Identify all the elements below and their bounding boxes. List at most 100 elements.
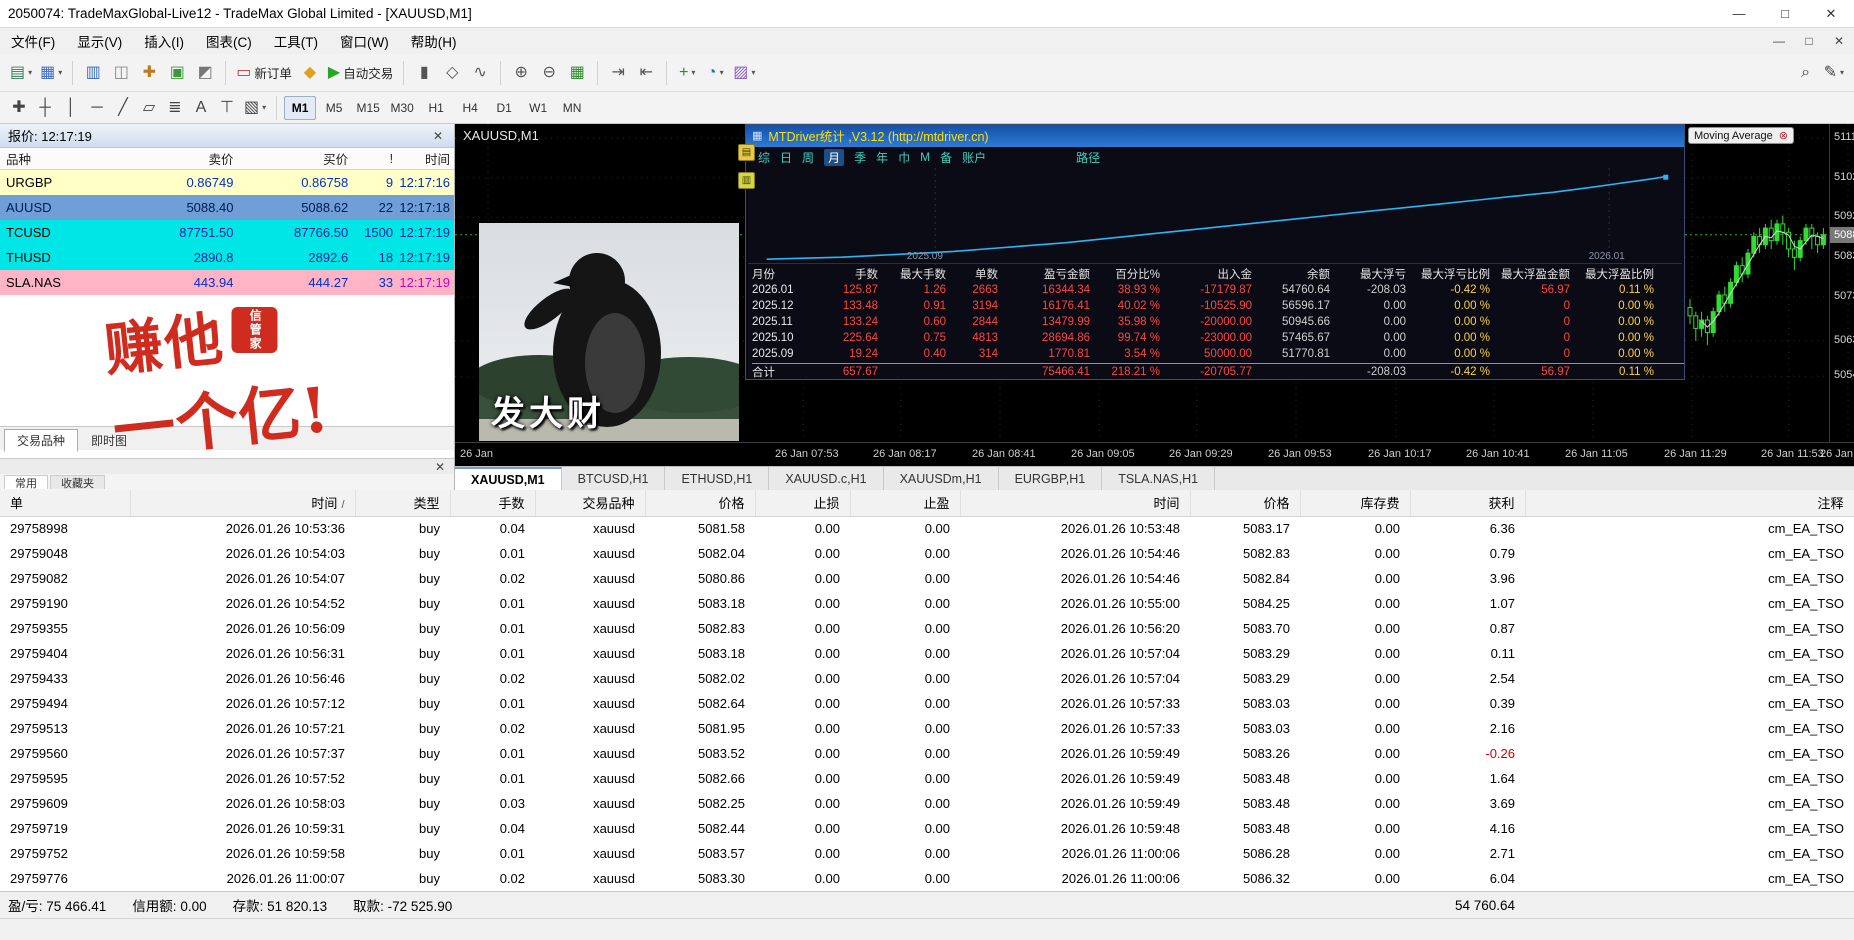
market-watch-button[interactable]: ▥ [79, 59, 107, 87]
mw-column-header[interactable]: 买价 [239, 148, 354, 169]
strategy-tester-button[interactable]: ◩ [191, 59, 219, 87]
orders-column-header[interactable]: 类型 [355, 490, 450, 516]
mw-column-header[interactable]: ! [354, 148, 399, 169]
maximize-button[interactable]: □ [1762, 0, 1808, 28]
orders-column-header[interactable]: 注释 [1525, 490, 1854, 516]
child-minimize-button[interactable]: — [1764, 34, 1794, 48]
timeframe-m30-button[interactable]: M30 [386, 96, 418, 120]
order-row[interactable]: 297594332026.01.26 10:56:46buy0.02xauusd… [0, 666, 1854, 691]
chart-shift-button[interactable]: ⇤ [632, 59, 660, 87]
label-button[interactable]: ⊤ [214, 96, 240, 120]
menu-item[interactable]: 图表(C) [195, 28, 263, 54]
close-icon[interactable]: ✕ [430, 129, 446, 143]
order-row[interactable]: 297589982026.01.26 10:53:36buy0.04xauusd… [0, 516, 1854, 541]
mw-column-header[interactable]: 卖价 [115, 148, 240, 169]
menu-item[interactable]: 显示(V) [66, 28, 133, 54]
mw-column-header[interactable]: 品种 [0, 148, 115, 169]
vline-button[interactable]: │ [58, 96, 84, 120]
terminal-button[interactable]: ▣ [163, 59, 191, 87]
orders-column-header[interactable]: 库存费 [1300, 490, 1410, 516]
stats-menu-item[interactable]: 年 [876, 149, 888, 166]
profiles-button[interactable]: ▦▾ [36, 59, 66, 87]
stats-panel-titlebar[interactable]: ▦ MTDriver统计 ,V3.12 (http://mtdriver.cn) [746, 125, 1684, 147]
order-row[interactable]: 297595952026.01.26 10:57:52buy0.01xauusd… [0, 766, 1854, 791]
market-watch-row[interactable]: AUUSD5088.405088.622212:17:18 [0, 195, 454, 220]
stats-menu-item[interactable]: 账户 [962, 149, 986, 166]
order-row[interactable]: 297595602026.01.26 10:57:37buy0.01xauusd… [0, 741, 1854, 766]
close-button[interactable]: ✕ [1808, 0, 1854, 28]
menu-item[interactable]: 窗口(W) [329, 28, 400, 54]
tile-windows-button[interactable]: ▦ [563, 59, 591, 87]
order-row[interactable]: 297597192026.01.26 10:59:31buy0.04xauusd… [0, 816, 1854, 841]
mw-tab[interactable]: 交易品种 [4, 429, 78, 452]
orders-column-header[interactable]: 价格 [645, 490, 755, 516]
orders-column-header[interactable]: 止盈 [850, 490, 960, 516]
timeframe-h1-button[interactable]: H1 [420, 96, 452, 120]
orders-column-header[interactable]: 时间/ [130, 490, 355, 516]
orders-column-header[interactable]: 交易品种 [535, 490, 645, 516]
child-close-button[interactable]: ✕ [1824, 34, 1854, 48]
fibonacci-button[interactable]: ≣ [162, 96, 188, 120]
search-button[interactable]: ⌕ [1792, 59, 1820, 87]
market-watch-row[interactable]: URGBP0.867490.86758912:17:16 [0, 170, 454, 195]
chart-tab[interactable]: TSLA.NAS,H1 [1102, 467, 1215, 490]
timeframe-w1-button[interactable]: W1 [522, 96, 554, 120]
data-window-button[interactable]: ◫ [107, 59, 135, 87]
timeframe-m15-button[interactable]: M15 [352, 96, 384, 120]
bar-chart-button[interactable]: ▮ [410, 59, 438, 87]
stats-menu-item[interactable]: 日 [780, 149, 792, 166]
orders-column-header[interactable]: 获利 [1410, 490, 1525, 516]
stats-panel[interactable]: ▦ MTDriver统计 ,V3.12 (http://mtdriver.cn)… [745, 124, 1685, 380]
orders-column-header[interactable]: 手数 [450, 490, 535, 516]
new-order-button[interactable]: ▭新订单 [232, 59, 296, 87]
stats-menu-item[interactable]: 月 [824, 149, 844, 166]
chart-tab[interactable]: XAUUSD.c,H1 [769, 467, 883, 490]
orders-column-header[interactable]: 时间 [960, 490, 1190, 516]
order-row[interactable]: 297595132026.01.26 10:57:21buy0.02xauusd… [0, 716, 1854, 741]
indicator-close-icon[interactable]: ⊗ [1779, 129, 1788, 142]
timeframe-h4-button[interactable]: H4 [454, 96, 486, 120]
stats-menu-item[interactable]: 季 [854, 149, 866, 166]
autotrading-button[interactable]: ▶自动交易 [324, 59, 397, 87]
stats-menu-item[interactable]: 综 [758, 149, 770, 166]
orders-column-header[interactable]: 单 [0, 490, 130, 516]
order-row[interactable]: 297594042026.01.26 10:56:31buy0.01xauusd… [0, 641, 1854, 666]
channel-button[interactable]: ▱ [136, 96, 162, 120]
stats-menu-item[interactable]: 周 [802, 149, 814, 166]
order-row[interactable]: 297597522026.01.26 10:59:58buy0.01xauusd… [0, 841, 1854, 866]
close-icon[interactable]: ✕ [432, 460, 448, 474]
navigator-button[interactable]: ✚ [135, 59, 163, 87]
menu-item[interactable]: 帮助(H) [400, 28, 468, 54]
minimize-button[interactable]: — [1716, 0, 1762, 28]
stats-menu-item[interactable]: 路径 [1076, 149, 1100, 166]
order-row[interactable]: 297590482026.01.26 10:54:03buy0.01xauusd… [0, 541, 1854, 566]
trendline-button[interactable]: ╱ [110, 96, 136, 120]
zoom-in-button[interactable]: ⊕ [507, 59, 535, 87]
new-chart-button[interactable]: ▤▾ [6, 59, 36, 87]
timeframe-m1-button[interactable]: M1 [284, 96, 316, 120]
templates-button[interactable]: ▨▾ [729, 59, 759, 87]
menu-item[interactable]: 插入(I) [133, 28, 195, 54]
timeframe-d1-button[interactable]: D1 [488, 96, 520, 120]
market-watch-row[interactable]: THUSD2890.82892.61812:17:19 [0, 245, 454, 270]
market-watch-row[interactable]: SLA.NAS443.94444.273312:17:19 [0, 270, 454, 295]
orders-column-header[interactable]: 止损 [755, 490, 850, 516]
video-overlay[interactable]: 发大财 [479, 223, 739, 441]
auto-scroll-button[interactable]: ⇥ [604, 59, 632, 87]
child-restore-button[interactable]: □ [1794, 34, 1824, 48]
order-row[interactable]: 297596092026.01.26 10:58:03buy0.03xauusd… [0, 791, 1854, 816]
cursor-button[interactable]: ✚ [6, 96, 32, 120]
stats-menu-item[interactable]: 备 [940, 149, 952, 166]
chart-tab[interactable]: XAUUSD,M1 [455, 467, 562, 490]
mw-tab[interactable]: 即时图 [78, 429, 140, 452]
menu-item[interactable]: 文件(F) [0, 28, 66, 54]
indicators-button[interactable]: +▾ [673, 59, 701, 87]
draw-button[interactable]: ✎▾ [1820, 59, 1848, 87]
order-row[interactable]: 297594942026.01.26 10:57:12buy0.01xauusd… [0, 691, 1854, 716]
chart-tab[interactable]: EURGBP,H1 [999, 467, 1103, 490]
crosshair-button[interactable]: ┼ [32, 96, 58, 120]
hline-button[interactable]: ─ [84, 96, 110, 120]
menu-item[interactable]: 工具(T) [263, 28, 329, 54]
candle-chart-button[interactable]: ◇ [438, 59, 466, 87]
minimized-panel-icon[interactable]: ▤ [738, 144, 755, 161]
